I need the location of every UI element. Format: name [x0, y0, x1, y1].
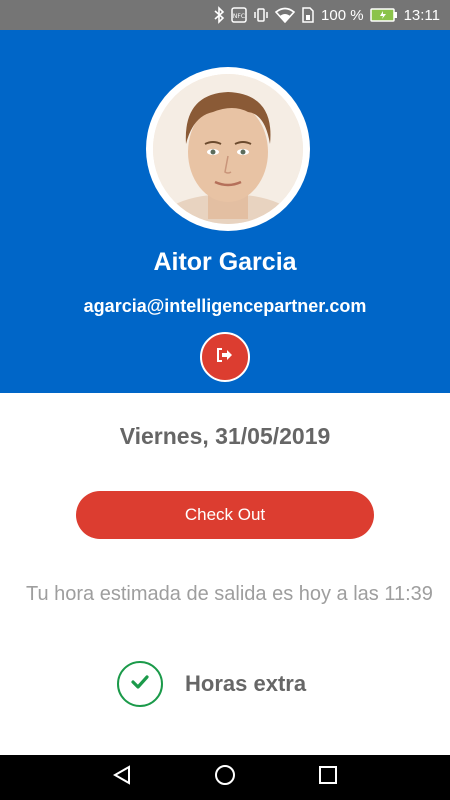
vibrate-icon [253, 6, 269, 24]
home-button[interactable] [205, 758, 245, 798]
svg-text:NFC: NFC [233, 13, 245, 20]
battery-icon [369, 6, 398, 24]
check-out-button[interactable]: Check Out [76, 491, 374, 539]
avatar-frame [146, 67, 310, 231]
extra-hours-label: Horas extra [185, 671, 307, 696]
back-icon [111, 764, 133, 791]
nfc-icon: NFC [231, 6, 247, 24]
user-name: Aitor Garcia [153, 248, 297, 276]
wifi-icon [275, 6, 296, 24]
clock: 13:11 [403, 6, 440, 24]
bluetooth-icon [213, 6, 225, 24]
logout-button[interactable] [200, 332, 250, 382]
battery-percentage: 100 % [321, 6, 364, 24]
navigation-bar [0, 755, 450, 800]
home-icon [214, 764, 236, 791]
logout-icon [216, 347, 234, 368]
sim-icon [301, 6, 315, 24]
status-bar: NFC 100 % 13:11 [0, 0, 450, 30]
user-email: agarcia@intelligencepartner.com [83, 296, 367, 316]
check-icon [130, 674, 150, 695]
estimated-exit-text: Tu hora estimada de salida es hoy a las … [26, 583, 433, 605]
recents-button[interactable] [308, 758, 348, 798]
profile-header: Aitor Garcia agarcia@intelligencepartner… [0, 30, 450, 393]
current-date: Viernes, 31/05/2019 [119, 423, 331, 449]
extra-hours-row[interactable]: Horas extra [117, 661, 306, 707]
recents-icon [318, 765, 338, 790]
avatar [153, 74, 303, 224]
extra-hours-checkbox[interactable] [117, 661, 163, 707]
back-button[interactable] [102, 758, 142, 798]
